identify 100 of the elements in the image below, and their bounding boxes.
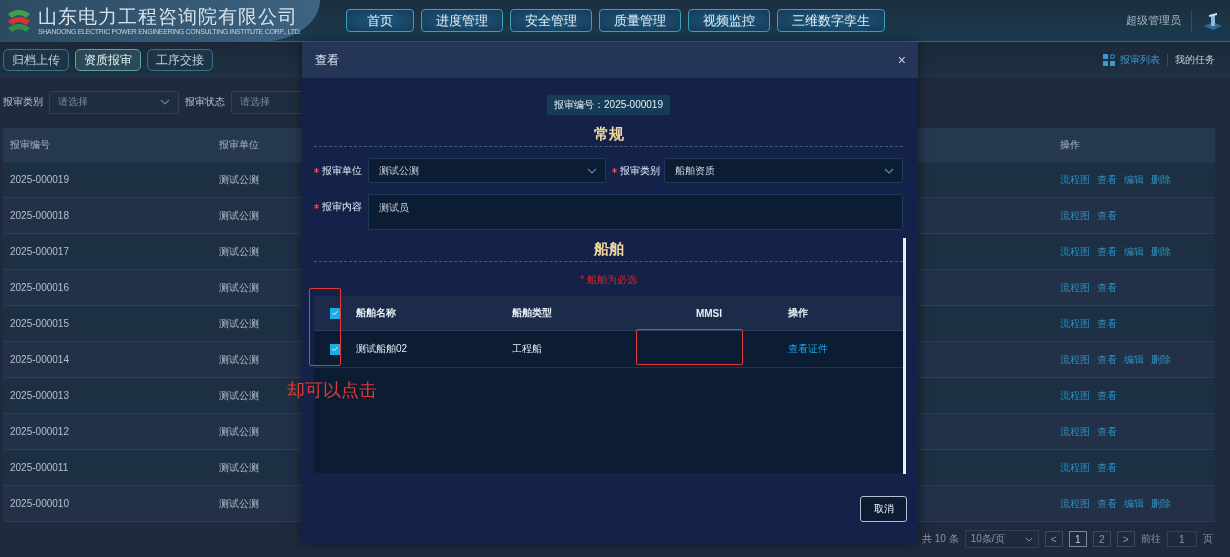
chevron-icon [586, 167, 597, 174]
dialog-title: 查看 [315, 51, 339, 69]
row-action-link[interactable]: 流程图 [1060, 280, 1090, 295]
column-header: 报审编号 [9, 137, 51, 152]
row-action-link[interactable]: 查看 [1097, 316, 1117, 331]
row-action-link[interactable]: 查看 [1097, 352, 1117, 367]
row-action-link[interactable]: 删除 [1151, 352, 1171, 367]
table-cell-text: 2025-000015 [9, 318, 70, 329]
view-link[interactable]: 我的任务 [1175, 53, 1215, 67]
table-cell-text: 2025-000018 [9, 210, 70, 221]
check-icon [331, 309, 339, 317]
cancel-button[interactable]: 取消 [860, 496, 907, 522]
chevron-icon [160, 99, 170, 105]
column-header: 船舶类型 [512, 306, 553, 320]
row-action-link[interactable]: 查看 [1097, 172, 1117, 187]
row-action-link[interactable]: 编辑 [1124, 244, 1144, 259]
filter-label: 报审状态 [185, 95, 225, 109]
next-page-button[interactable]: > [1116, 531, 1135, 547]
nav-button[interactable]: 质量管理 [599, 9, 681, 32]
row-action-link[interactable]: 编辑 [1124, 496, 1144, 511]
select-all-checkbox[interactable] [329, 307, 341, 319]
user-name[interactable]: 超级管理员 [1126, 13, 1181, 28]
page-button[interactable]: 2 [1092, 531, 1111, 547]
table-cell-text: 测试公测 [218, 424, 259, 439]
previous-page-button[interactable]: < [1044, 531, 1063, 547]
page-button[interactable]: 1 [1068, 531, 1087, 547]
grid-icon [1103, 54, 1115, 66]
row-action-link[interactable]: 删除 [1151, 496, 1171, 511]
table-cell-text: 测试公测 [218, 460, 259, 475]
row-action-link[interactable]: 查看 [1097, 244, 1117, 259]
field-label: 报审类别 [611, 158, 660, 183]
row-action-link[interactable]: 查看 [1097, 388, 1117, 403]
row-action-link[interactable]: 删除 [1151, 172, 1171, 187]
chevron-icon [1024, 536, 1033, 542]
annotation-text: 却可以点击 [287, 379, 377, 402]
table-cell-text: 测试公测 [218, 208, 259, 223]
column-header: 船舶名称 [356, 306, 397, 320]
table-cell-text: 2025-000016 [9, 282, 70, 293]
chevron-icon [884, 167, 894, 174]
field-label: 报审单位 [314, 158, 362, 183]
goto-label: 前往 [1140, 532, 1161, 546]
row-action-link[interactable]: 删除 [1151, 244, 1171, 259]
row-action-link[interactable]: 流程图 [1060, 352, 1090, 367]
total-count: 共 10 条 [922, 532, 959, 546]
table-cell-text: 测试公测 [218, 280, 259, 295]
module-tab[interactable]: 工序交接 [147, 49, 213, 71]
required-hint: * 船舶为必选 [580, 273, 637, 287]
table-cell-text: 测试公测 [218, 388, 259, 403]
check-icon [331, 345, 339, 353]
column-header: 操作 [788, 306, 809, 320]
row-action-link[interactable]: 流程图 [1060, 388, 1090, 403]
table-cell-text: 测试公测 [218, 352, 259, 367]
view-certificate-link[interactable]: 查看证件 [788, 343, 828, 354]
text-area[interactable]: 测试员 [368, 194, 903, 230]
table-cell-text: 2025-000019 [9, 174, 70, 185]
table-cell-text: 测试公测 [218, 172, 259, 187]
table-cell-text: 2025-000014 [9, 354, 70, 365]
row-action-link[interactable]: 流程图 [1060, 316, 1090, 331]
table-cell-text: 测试公测 [218, 244, 259, 259]
table-cell-text: 工程船 [512, 342, 543, 356]
nav-button[interactable]: 安全管理 [510, 9, 592, 32]
table-cell-text: 测试船舶02 [356, 342, 409, 356]
row-action-link[interactable]: 查看 [1097, 208, 1117, 223]
row-action-link[interactable]: 编辑 [1124, 172, 1144, 187]
goto-page-field[interactable]: 1 [1166, 531, 1197, 547]
column-header: MMSI [694, 307, 724, 319]
row-action-link[interactable]: 流程图 [1060, 208, 1090, 223]
filter-select[interactable]: 请选择 [49, 90, 179, 114]
section-title: 常规 [592, 124, 625, 144]
row-checkbox[interactable] [329, 343, 341, 355]
row-action-link[interactable]: 流程图 [1060, 244, 1090, 259]
table-cell-text: 测试公测 [218, 496, 259, 511]
table-cell-text: 2025-000012 [9, 426, 70, 437]
row-action-link[interactable]: 流程图 [1060, 460, 1090, 475]
select-field[interactable]: 测试公测 [368, 158, 606, 183]
row-action-link[interactable]: 流程图 [1060, 424, 1090, 439]
row-action-link[interactable]: 流程图 [1060, 496, 1090, 511]
close-button[interactable]: × [895, 52, 908, 68]
table-cell-text: 测试公测 [218, 316, 259, 331]
view-link[interactable]: 报审列表 [1120, 53, 1160, 67]
nav-button[interactable]: 首页 [346, 9, 414, 32]
row-action-link[interactable]: 编辑 [1124, 352, 1144, 367]
nav-button[interactable]: 进度管理 [421, 9, 503, 32]
table-cell-text: 2025-000011 [9, 462, 70, 473]
page-size-select[interactable]: 10条/页 [964, 530, 1039, 548]
row-action-link[interactable]: 查看 [1097, 424, 1117, 439]
table-cell-text: 2025-000010 [9, 498, 70, 509]
row-action-link[interactable]: 查看 [1097, 460, 1117, 475]
report-number: 报审编号：2025-000019 [547, 95, 670, 115]
nav-button[interactable]: 三维数字孪生 [777, 9, 885, 32]
module-tab[interactable]: 归档上传 [3, 49, 69, 71]
page-suffix: 页 [1202, 532, 1213, 546]
row-action-link[interactable]: 查看 [1097, 496, 1117, 511]
select-field[interactable]: 船舶资质 [663, 158, 903, 183]
row-action-link[interactable]: 流程图 [1060, 172, 1090, 187]
module-tab[interactable]: 资质报审 [75, 49, 141, 71]
filter-label: 报审类别 [3, 95, 43, 109]
table-cell-text: 2025-000013 [9, 390, 70, 401]
row-action-link[interactable]: 查看 [1097, 280, 1117, 295]
nav-button[interactable]: 视频监控 [688, 9, 770, 32]
